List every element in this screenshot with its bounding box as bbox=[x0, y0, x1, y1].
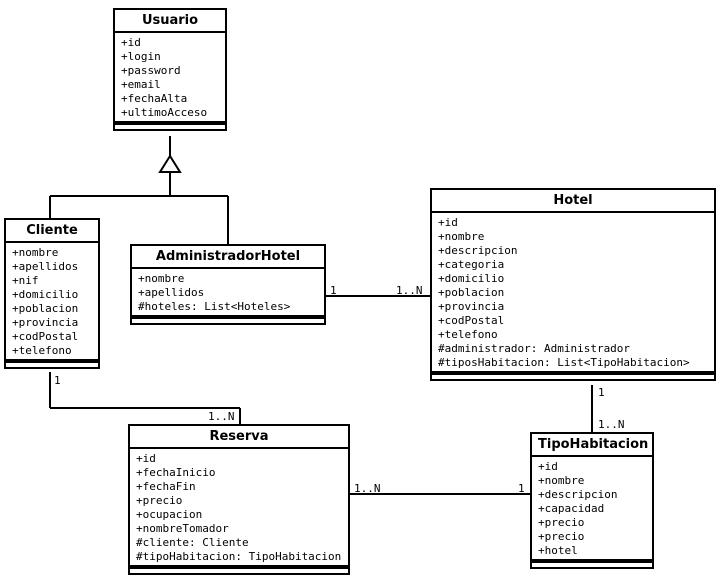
class-attrs: +id +nombre +descripcion +categoria +dom… bbox=[432, 213, 714, 373]
class-attrs: +id +login +password +email +fechaAlta +… bbox=[115, 33, 225, 123]
class-name: Hotel bbox=[432, 190, 714, 213]
class-cliente: Cliente +nombre +apellidos +nif +domicil… bbox=[4, 218, 100, 369]
class-usuario: Usuario +id +login +password +email +fec… bbox=[113, 8, 227, 131]
class-name: Cliente bbox=[6, 220, 98, 243]
class-attrs: +id +fechaInicio +fechaFin +precio +ocup… bbox=[130, 449, 348, 567]
class-tipohabitacion: TipoHabitacion +id +nombre +descripcion … bbox=[530, 432, 654, 569]
class-attrs: +id +nombre +descripcion +capacidad +pre… bbox=[532, 457, 652, 561]
multiplicity-label: 1..N bbox=[598, 418, 625, 431]
class-administradorhotel: AdministradorHotel +nombre +apellidos #h… bbox=[130, 244, 326, 325]
multiplicity-label: 1 bbox=[330, 284, 337, 297]
class-attrs: +nombre +apellidos +nif +domicilio +pobl… bbox=[6, 243, 98, 361]
multiplicity-label: 1 bbox=[598, 386, 605, 399]
multiplicity-label: 1 bbox=[518, 482, 525, 495]
class-name: TipoHabitacion bbox=[532, 434, 652, 457]
multiplicity-label: 1..N bbox=[208, 410, 235, 423]
multiplicity-label: 1 bbox=[54, 374, 61, 387]
class-name: AdministradorHotel bbox=[132, 246, 324, 269]
class-attrs: +nombre +apellidos #hoteles: List<Hotele… bbox=[132, 269, 324, 317]
class-name: Usuario bbox=[115, 10, 225, 33]
uml-canvas: Usuario +id +login +password +email +fec… bbox=[0, 0, 722, 581]
class-reserva: Reserva +id +fechaInicio +fechaFin +prec… bbox=[128, 424, 350, 575]
multiplicity-label: 1..N bbox=[354, 482, 381, 495]
class-name: Reserva bbox=[130, 426, 348, 449]
multiplicity-label: 1..N bbox=[396, 284, 423, 297]
class-hotel: Hotel +id +nombre +descripcion +categori… bbox=[430, 188, 716, 381]
